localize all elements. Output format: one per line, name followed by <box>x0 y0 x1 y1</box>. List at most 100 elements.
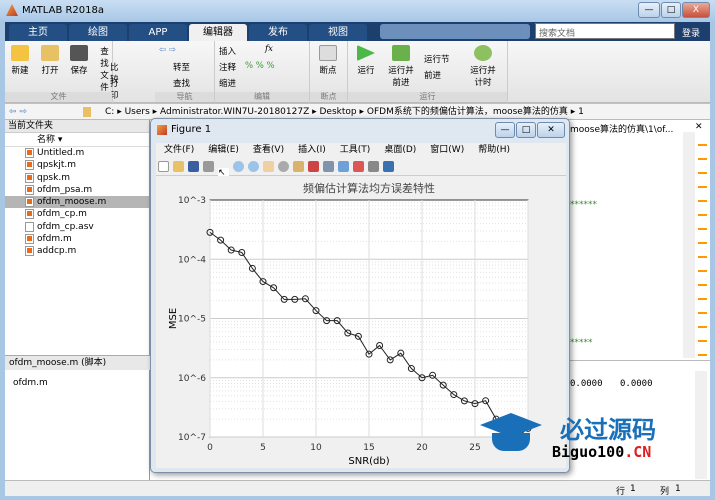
code-comment: ****** <box>570 200 597 210</box>
comment-percent-icon[interactable]: % % % <box>245 61 275 71</box>
file-item[interactable]: ofdm.m <box>5 233 149 245</box>
link-icon[interactable] <box>323 161 334 172</box>
tab-apps[interactable]: APP <box>129 24 187 41</box>
zoom-in-icon[interactable] <box>233 161 244 172</box>
hide-tools-icon[interactable] <box>368 161 379 172</box>
back-forward-icon[interactable]: ⇦ ⇨ <box>159 45 176 55</box>
editor-tab-title[interactable]: moose算法的仿真\1\of... <box>570 122 673 135</box>
path-segment[interactable]: 1 <box>578 107 584 117</box>
rotate-icon[interactable] <box>278 161 289 172</box>
advance-button[interactable]: 前进 <box>424 69 441 81</box>
figure-menu-item[interactable]: 插入(I) <box>298 145 326 155</box>
run-section-button[interactable]: 运行节 <box>424 53 450 65</box>
code-analyzer-bar[interactable] <box>698 132 707 358</box>
goto-button[interactable]: 转至 <box>173 61 190 73</box>
watermark-tld: .CN <box>624 443 652 461</box>
m-file-icon <box>25 234 34 245</box>
path-segment[interactable]: Users <box>125 107 150 117</box>
tab-plots[interactable]: 绘图 <box>69 24 127 41</box>
figure-menu-item[interactable]: 查看(V) <box>253 145 284 155</box>
group-label: 编辑 <box>215 92 309 102</box>
name-column-label: 名称 <box>37 135 56 145</box>
maximize-button[interactable]: □ <box>661 2 681 18</box>
figure-maximize-button[interactable]: □ <box>516 122 536 138</box>
close-editor-icon[interactable]: ✕ <box>695 122 703 132</box>
colorbar-icon[interactable] <box>338 161 349 172</box>
y-tick-label: 10^-7 <box>178 433 206 443</box>
m-file-icon <box>25 184 34 195</box>
name-column-header[interactable]: 名称 ▾ <box>5 133 149 147</box>
file-item[interactable]: ofdm_psa.m <box>5 184 149 196</box>
group-edit: 插入 fx 注释 % % % 缩进 编辑 <box>215 41 310 103</box>
path-segment[interactable]: OFDM系统下的频偏估计算法，moose算法的仿真 <box>367 107 568 117</box>
search-docs-input[interactable]: 搜索文档 <box>535 23 675 39</box>
tab-publish[interactable]: 发布 <box>249 24 307 41</box>
details-title: ofdm_moose.m (脚本) <box>5 355 150 370</box>
figure-menu-item[interactable]: 窗口(W) <box>430 145 464 155</box>
editor-scrollbar[interactable] <box>683 132 695 358</box>
close-button[interactable]: X <box>682 2 710 18</box>
group-run: 运行 运行并前进 运行节 前进 运行并计时 运行 <box>348 41 508 103</box>
open-button[interactable]: 打开 <box>39 45 61 76</box>
file-item[interactable]: addcp.m <box>5 245 149 257</box>
command-scrollbar[interactable] <box>695 371 707 479</box>
ribbon: 新建 打开 保存 查找文件 比较 打印 文件 ⇦ ⇨ 转至 查找 导航 插入 f… <box>5 41 710 103</box>
quick-access-toolbar[interactable] <box>380 24 530 39</box>
data-cursor-icon[interactable] <box>293 161 304 172</box>
col-value: 1 <box>675 484 681 494</box>
figure-close-button[interactable]: ✕ <box>537 122 565 138</box>
path-segment[interactable]: Desktop <box>320 107 357 117</box>
breakpoints-button[interactable]: 断点 <box>316 45 340 76</box>
group-file: 新建 打开 保存 查找文件 比较 打印 文件 <box>5 41 119 103</box>
figure-toolbar: ↖ <box>156 158 566 179</box>
file-item[interactable]: ofdm_moose.m <box>5 196 149 209</box>
file-item[interactable]: ofdm_cp.m <box>5 208 149 220</box>
panel-title: 当前文件夹 <box>5 120 149 133</box>
legend-icon[interactable] <box>353 161 364 172</box>
show-tools-icon[interactable] <box>383 161 394 172</box>
figure-menu-item[interactable]: 工具(T) <box>340 145 371 155</box>
file-item[interactable]: Untitled.m <box>5 147 149 159</box>
file-item[interactable]: qpsk.m <box>5 172 149 184</box>
nav-arrows-icon[interactable]: ⇦ ⇨ <box>9 104 27 120</box>
run-advance-button[interactable]: 运行并前进 <box>386 45 416 88</box>
figure-menu-item[interactable]: 桌面(D) <box>384 145 416 155</box>
m-file-icon <box>25 197 34 208</box>
run-time-button[interactable]: 运行并计时 <box>468 45 498 88</box>
pan-icon[interactable] <box>263 161 274 172</box>
path-segment[interactable]: Administrator.WIN7U-20180127Z <box>160 107 309 117</box>
file-item[interactable]: qpskjt.m <box>5 159 149 171</box>
output-value: 0.0000 <box>620 379 653 389</box>
save-icon[interactable] <box>188 161 199 172</box>
group-navigate: ⇦ ⇨ 转至 查找 导航 <box>155 41 215 103</box>
indent-button[interactable]: 缩进 <box>219 77 236 89</box>
run-button[interactable]: 运行 <box>354 45 378 76</box>
insert-button[interactable]: 插入 <box>219 45 236 57</box>
tab-view[interactable]: 视图 <box>309 24 367 41</box>
login-button[interactable]: 登录 <box>682 26 700 39</box>
tab-home[interactable]: 主页 <box>9 24 67 41</box>
figure-menu-item[interactable]: 编辑(E) <box>208 145 239 155</box>
print-icon[interactable] <box>203 161 214 172</box>
file-item[interactable]: ofdm_cp.asv <box>5 221 149 233</box>
comment-button[interactable]: 注释 <box>219 61 236 73</box>
save-icon <box>70 45 88 61</box>
save-button[interactable]: 保存 <box>68 45 90 76</box>
new-button[interactable]: 新建 <box>9 45 31 76</box>
figure-menu-item[interactable]: 帮助(H) <box>478 145 510 155</box>
zoom-out-icon[interactable] <box>248 161 259 172</box>
figure-menu-item[interactable]: 文件(F) <box>164 145 194 155</box>
find-button[interactable]: 查找 <box>173 77 190 89</box>
fx-button[interactable]: fx <box>265 44 273 54</box>
file-name: ofdm.m <box>37 234 72 245</box>
minimize-button[interactable]: — <box>638 2 660 18</box>
new-figure-icon[interactable] <box>158 161 169 172</box>
m-file-icon <box>25 160 34 171</box>
brush-icon[interactable] <box>308 161 319 172</box>
tab-editor[interactable]: 编辑器 <box>189 24 247 41</box>
figure-minimize-button[interactable]: — <box>495 122 515 138</box>
file-name: ofdm_cp.asv <box>37 221 94 232</box>
open-icon[interactable] <box>173 161 184 172</box>
group-label: 导航 <box>155 92 214 102</box>
path-segment[interactable]: C: <box>105 107 114 117</box>
